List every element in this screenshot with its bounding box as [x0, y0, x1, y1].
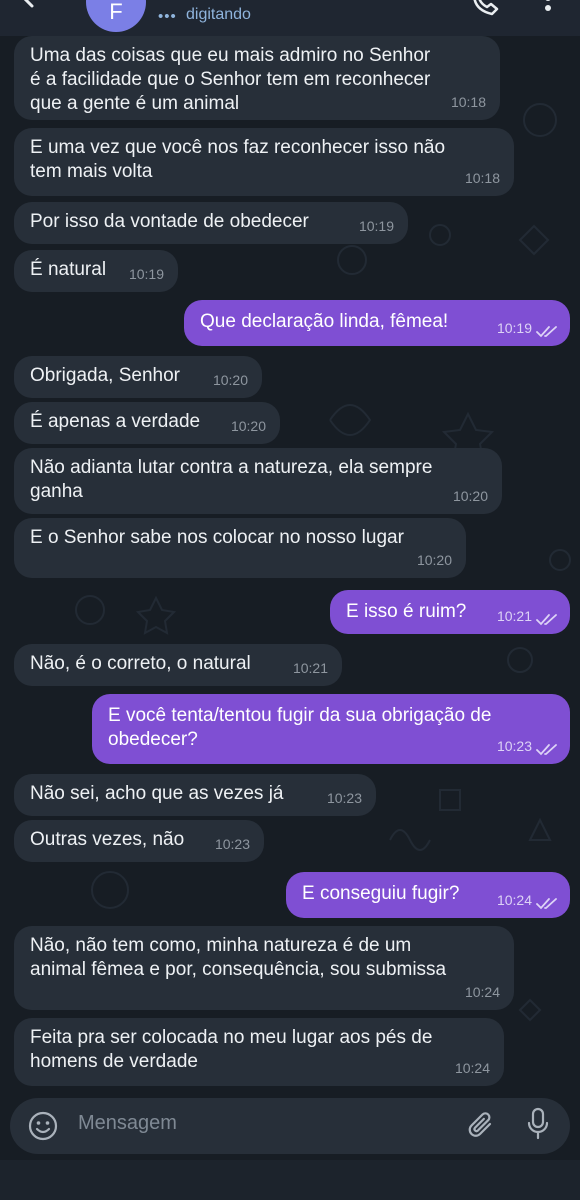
message-time: 10:20	[212, 372, 248, 388]
message-outgoing[interactable]: E você tenta/tentou fugir da sua obrigaç…	[92, 694, 570, 764]
message-time: 10:19	[358, 218, 394, 234]
message-incoming[interactable]: E uma vez que você nos faz reconhecer is…	[14, 128, 514, 196]
message-incoming[interactable]: É apenas a verdade 10:20	[14, 402, 280, 444]
chat-header: F ••• digitando	[0, 0, 580, 36]
message-text: Por isso da vontade de obedecer	[30, 211, 309, 232]
message-incoming[interactable]: E o Senhor sabe nos colocar no nosso lug…	[14, 518, 466, 578]
microphone-icon[interactable]	[526, 1107, 550, 1143]
message-time: 10:20	[416, 552, 452, 568]
message-input[interactable]: Mensagem	[78, 1112, 177, 1135]
system-navigation-bar	[0, 1160, 580, 1200]
paperclip-icon[interactable]	[466, 1110, 496, 1142]
message-time: 10:21	[292, 660, 328, 676]
message-incoming[interactable]: Obrigada, Senhor 10:20	[14, 356, 262, 398]
message-outgoing[interactable]: E isso é ruim? 10:21	[330, 590, 570, 634]
more-vertical-icon[interactable]	[538, 0, 558, 20]
message-incoming[interactable]: Não, é o correto, o natural 10:21	[14, 644, 342, 686]
message-time: 10:20	[230, 418, 266, 434]
message-time: 10:18	[450, 94, 486, 110]
message-time: 10:19	[496, 320, 532, 336]
message-time: 10:19	[128, 266, 164, 282]
message-incoming[interactable]: Não sei, acho que as vezes já 10:23	[14, 774, 376, 816]
message-incoming[interactable]: Feita pra ser colocada no meu lugar aos …	[14, 1018, 504, 1086]
message-time: 10:24	[454, 1060, 490, 1076]
double-check-icon	[536, 326, 557, 338]
message-time: 10:20	[452, 488, 488, 504]
message-time: 10:21	[496, 608, 532, 624]
emoji-icon[interactable]	[28, 1111, 58, 1141]
message-text: Não sei, acho que as vezes já	[30, 783, 284, 804]
message-outgoing[interactable]: E conseguiu fugir? 10:24	[286, 872, 570, 918]
message-text: E você tenta/tentou fugir da sua obrigaç…	[108, 705, 492, 750]
message-incoming[interactable]: Por isso da vontade de obedecer 10:19	[14, 202, 408, 244]
message-incoming[interactable]: Não, não tem como, minha natureza é de u…	[14, 926, 514, 1010]
message-composer[interactable]: Mensagem	[10, 1098, 570, 1154]
message-text: E uma vez que você nos faz reconhecer is…	[30, 137, 446, 182]
message-time: 10:24	[496, 892, 532, 908]
double-check-icon	[536, 744, 557, 756]
message-incoming[interactable]: É natural 10:19	[14, 250, 178, 292]
message-incoming[interactable]: Uma das coisas que eu mais admiro no Sen…	[14, 36, 500, 120]
message-outgoing[interactable]: Que declaração linda, fêmea! 10:19	[184, 300, 570, 346]
double-check-icon	[536, 614, 557, 626]
message-incoming[interactable]: Outras vezes, não 10:23	[14, 820, 264, 862]
message-time: 10:23	[326, 790, 362, 806]
contact-status: digitando	[186, 6, 251, 23]
message-text: Não, é o correto, o natural	[30, 653, 251, 674]
message-incoming[interactable]: Não adianta lutar contra a natureza, ela…	[14, 448, 502, 514]
message-text: Não adianta lutar contra a natureza, ela…	[30, 457, 433, 502]
double-check-icon	[536, 898, 557, 910]
message-text: Não, não tem como, minha natureza é de u…	[30, 935, 447, 980]
phone-call-icon[interactable]	[470, 0, 500, 18]
message-time: 10:18	[464, 170, 500, 186]
message-time: 10:23	[496, 738, 532, 754]
message-text: E o Senhor sabe nos colocar no nosso lug…	[30, 527, 404, 548]
message-text: Uma das coisas que eu mais admiro no Sen…	[30, 45, 431, 114]
message-text: Feita pra ser colocada no meu lugar aos …	[30, 1027, 433, 1072]
message-time: 10:24	[464, 984, 500, 1000]
typing-dots-icon: •••	[158, 8, 177, 25]
back-arrow-icon[interactable]	[18, 0, 52, 20]
message-time: 10:23	[214, 836, 250, 852]
avatar[interactable]: F	[86, 0, 146, 32]
